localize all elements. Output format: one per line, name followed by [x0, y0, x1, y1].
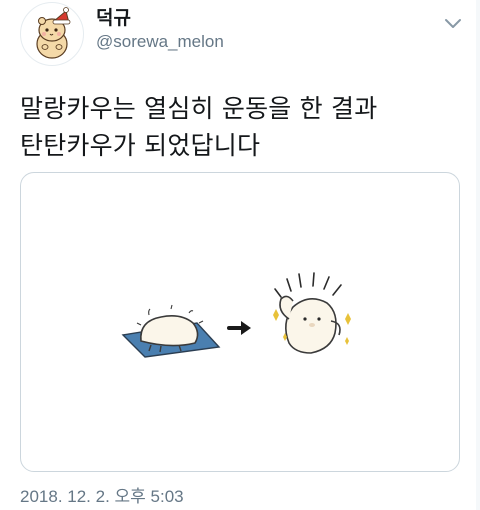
avatar[interactable] — [20, 2, 84, 66]
display-name[interactable]: 덕규 — [96, 6, 131, 30]
tweet-text-line: 탄탄카우가 되었답니다 — [20, 131, 261, 160]
sparkle-icon — [345, 313, 351, 325]
tweet-text: 말랑카우는 열심히 운동을 한 결과 탄탄카우가 되었답니다 — [20, 90, 460, 164]
tweet-text-line: 말랑카우는 열심히 운동을 한 결과 — [20, 94, 378, 123]
cow-exercise-illustration — [121, 272, 351, 358]
tweet-timestamp[interactable]: 2018. 12. 2. 오후 5:03 — [20, 486, 184, 508]
sparkle-icon — [273, 309, 279, 321]
scrollbar-track[interactable] — [476, 0, 480, 510]
chevron-down-icon — [445, 19, 461, 28]
arrow-right-icon — [227, 321, 251, 335]
tweet-media-image[interactable] — [20, 172, 460, 472]
sparkle-icon — [345, 337, 349, 345]
user-handle[interactable]: @sorewa_melon — [96, 31, 224, 53]
hamster-avatar-icon — [36, 7, 71, 59]
flexing-blob-icon — [273, 272, 351, 354]
tweet-menu-button[interactable] — [440, 12, 466, 34]
tweet-card: 덕규 @sorewa_melon 말랑카우는 열심히 운동을 한 결과 탄탄카우… — [0, 0, 480, 510]
